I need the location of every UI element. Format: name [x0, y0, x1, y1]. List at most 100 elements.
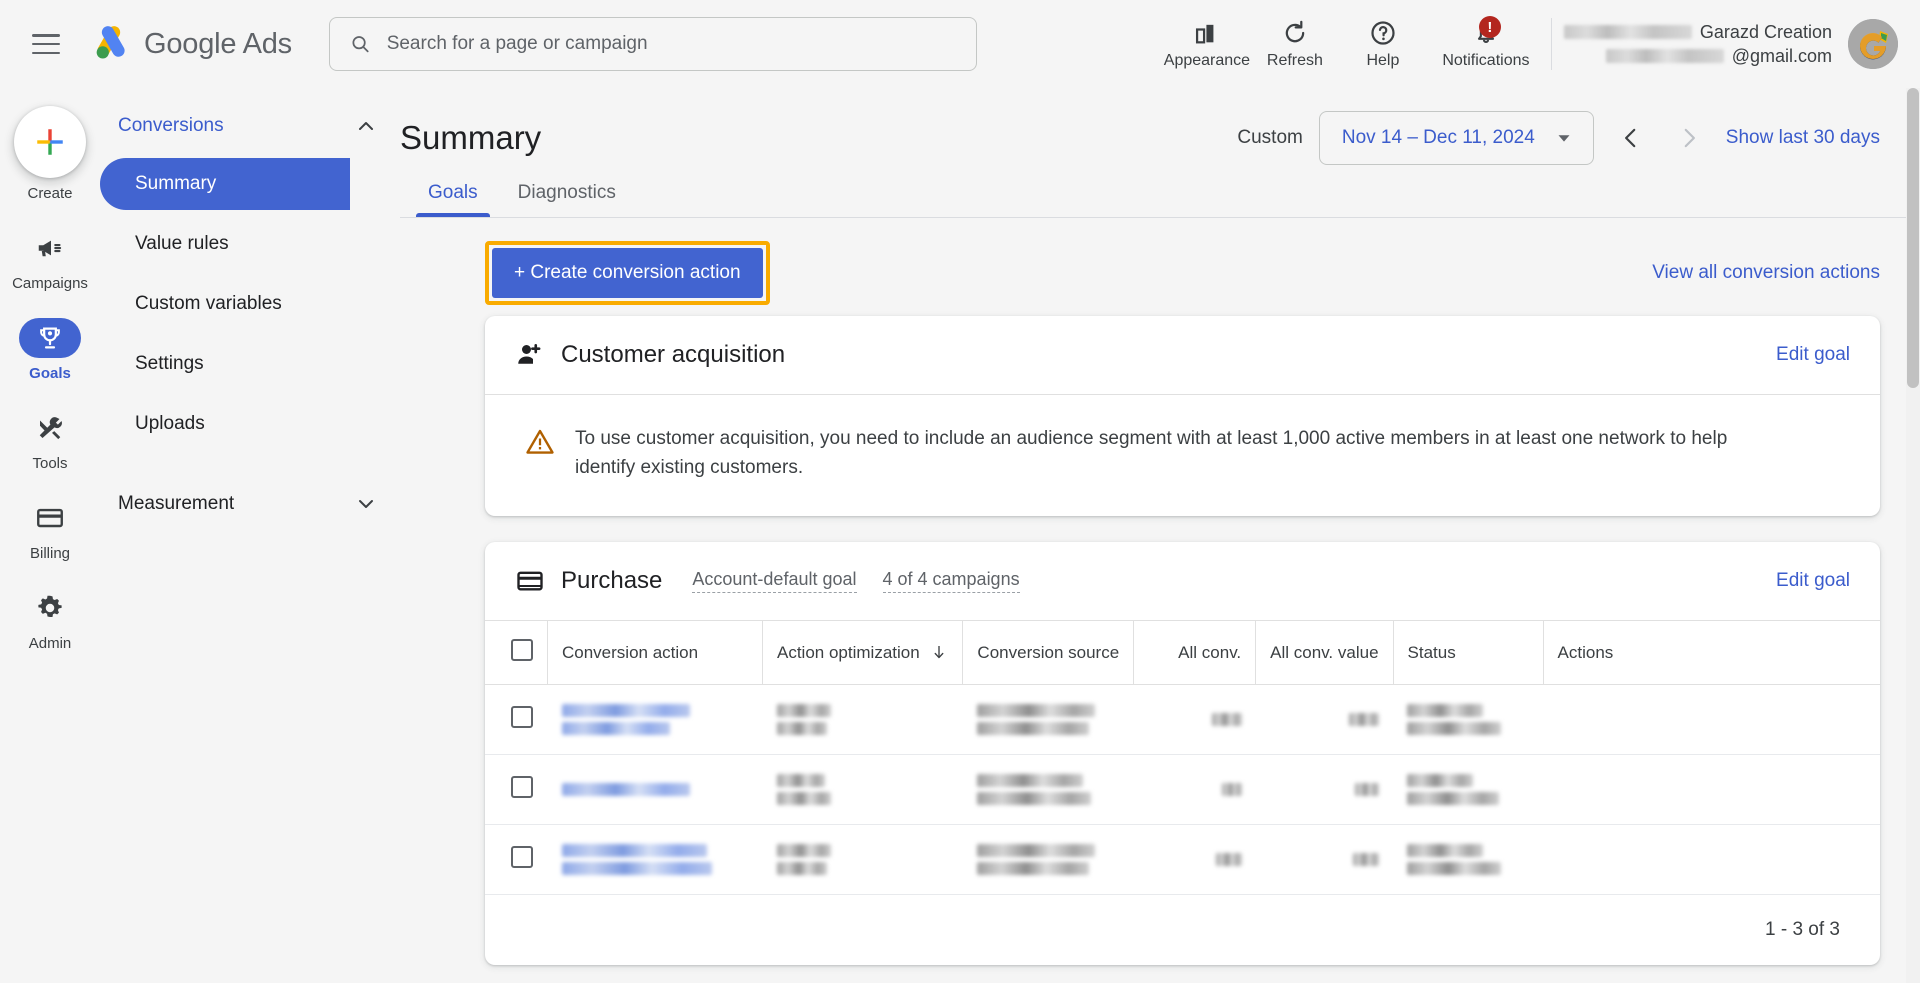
rail-label-billing: Billing: [29, 545, 71, 562]
view-all-conversion-actions-link[interactable]: View all conversion actions: [1652, 262, 1880, 284]
select-all-checkbox[interactable]: [511, 639, 533, 661]
create-conversion-action-button[interactable]: + Create conversion action: [492, 248, 763, 298]
header-divider: [1550, 18, 1552, 70]
hamburger-icon[interactable]: [32, 34, 60, 54]
sidebar-label-measurement: Measurement: [118, 493, 235, 514]
account-email-suffix: @gmail.com: [1731, 46, 1832, 66]
redacted-text: [776, 722, 827, 735]
rail-label-tools: Tools: [32, 455, 68, 472]
cell-conversion-action[interactable]: [547, 824, 763, 895]
column-all-conv-label: All conv.: [1178, 642, 1242, 662]
rail-item-admin[interactable]: Admin: [19, 588, 81, 652]
edit-goal-purchase[interactable]: Edit goal: [1776, 570, 1850, 592]
date-range-picker[interactable]: Nov 14 – Dec 11, 2024: [1318, 111, 1594, 165]
show-last-30-days-link[interactable]: Show last 30 days: [1726, 127, 1880, 149]
page-scrollbar-thumb[interactable]: [1907, 88, 1919, 388]
redacted-text: [1211, 713, 1242, 726]
sidebar-item-custom-variables[interactable]: Custom variables: [100, 278, 350, 330]
table-header: Conversion action Action optimization Co…: [485, 620, 1880, 685]
google-ads-brand[interactable]: Google Ads: [90, 23, 292, 65]
tab-diagnostics[interactable]: Diagnostics: [498, 182, 636, 217]
column-conversion-source[interactable]: Conversion source: [962, 620, 1135, 685]
column-conversion-action-label: Conversion action: [562, 642, 699, 662]
sidebar-group-measurement[interactable]: Measurement: [100, 480, 400, 528]
main-content: Summary Custom Nov 14 – Dec 11, 2024 Sho…: [400, 88, 1920, 983]
tab-bar: Goals Diagnostics: [400, 166, 1920, 218]
table-row[interactable]: [485, 754, 1880, 825]
row-checkbox[interactable]: [511, 846, 533, 868]
table-row[interactable]: [485, 824, 1880, 895]
subnav-section-label: Conversions: [118, 115, 224, 136]
account-info[interactable]: Garazd Creation @gmail.com: [1563, 20, 1832, 69]
chevron-right-icon: [1684, 128, 1695, 148]
subnav-section-conversions[interactable]: Conversions: [100, 102, 400, 150]
column-all-conv-value-label: All conv. value: [1270, 642, 1379, 662]
customer-acquisition-card: Customer acquisition Edit goal To use cu…: [485, 316, 1880, 516]
column-status-label: Status: [1407, 642, 1456, 662]
refresh-button[interactable]: Refresh: [1251, 4, 1339, 84]
table-header-row: Conversion action Action optimization Co…: [485, 620, 1880, 685]
column-status[interactable]: Status: [1393, 620, 1544, 685]
warning-triangle-icon: [526, 429, 554, 454]
conversion-actions-table: Conversion action Action optimization Co…: [485, 620, 1880, 895]
cell-actions[interactable]: [1543, 824, 1880, 895]
search-box[interactable]: [328, 17, 977, 71]
avatar[interactable]: [1848, 19, 1898, 69]
appearance-label: Appearance: [1163, 51, 1251, 69]
refresh-label: Refresh: [1266, 51, 1323, 69]
redacted-text: [776, 792, 831, 805]
date-next-button[interactable]: [1668, 117, 1710, 159]
rail-item-campaigns[interactable]: Campaigns: [12, 228, 88, 292]
account-name: Garazd Creation: [1699, 21, 1832, 42]
cell-all-conv: [1133, 824, 1256, 895]
rail-item-goals[interactable]: Goals: [19, 318, 81, 382]
date-prev-button[interactable]: [1610, 117, 1652, 159]
sidebar-item-settings[interactable]: Settings: [100, 338, 350, 390]
page-scrollbar-track[interactable]: [1906, 88, 1920, 983]
cell-action-optimization: [762, 754, 963, 825]
redacted-text: [1407, 792, 1500, 805]
column-all-conv-value[interactable]: All conv. value: [1255, 620, 1394, 685]
column-all-conv[interactable]: All conv.: [1133, 620, 1257, 685]
redacted-text: [1407, 774, 1474, 787]
redacted-text: [976, 792, 1091, 805]
create-button[interactable]: Create: [14, 106, 86, 202]
megaphone-icon: [38, 240, 62, 257]
notifications-button[interactable]: ! Notifications: [1427, 4, 1545, 84]
sidebar-item-value-rules[interactable]: Value rules: [100, 218, 350, 270]
left-rail: Create Campaigns Goals Tools Billing Adm…: [0, 88, 100, 983]
cell-actions[interactable]: [1543, 684, 1880, 755]
rail-item-billing[interactable]: Billing: [19, 498, 81, 562]
row-checkbox[interactable]: [511, 776, 533, 798]
cell-actions[interactable]: [1543, 754, 1880, 825]
appearance-icon: [1195, 24, 1214, 43]
table-row[interactable]: [485, 684, 1880, 755]
column-conversion-action[interactable]: Conversion action: [547, 620, 763, 685]
card-icon: [517, 571, 543, 591]
create-button-circle[interactable]: [14, 106, 86, 178]
campaigns-count-link[interactable]: 4 of 4 campaigns: [882, 569, 1020, 593]
redacted-text: [976, 844, 1095, 857]
cell-conversion-action[interactable]: [547, 684, 763, 755]
customer-acquisition-title: Customer acquisition: [561, 341, 786, 368]
tab-goals[interactable]: Goals: [408, 182, 498, 217]
row-checkbox[interactable]: [511, 706, 533, 728]
notifications-label: Notifications: [1442, 51, 1530, 69]
plus-icon: [37, 129, 63, 155]
redacted-text: [1355, 783, 1380, 796]
date-range-value: Nov 14 – Dec 11, 2024: [1341, 127, 1535, 148]
cell-conversion-action[interactable]: [547, 754, 763, 825]
cell-action-optimization: [762, 824, 963, 895]
edit-goal-customer-acquisition[interactable]: Edit goal: [1776, 344, 1850, 366]
top-bar: Google Ads Appearance Refresh: [0, 0, 1920, 88]
column-action-optimization[interactable]: Action optimization: [762, 620, 964, 685]
create-conversion-action-highlight: + Create conversion action: [485, 241, 770, 305]
sidebar-item-uploads[interactable]: Uploads: [100, 398, 350, 450]
redacted-text: [1407, 704, 1484, 717]
rail-item-tools[interactable]: Tools: [19, 408, 81, 472]
help-button[interactable]: Help: [1339, 4, 1427, 84]
appearance-button[interactable]: Appearance: [1163, 4, 1251, 84]
search-input[interactable]: [384, 32, 956, 56]
account-default-goal-link[interactable]: Account-default goal: [692, 569, 857, 593]
sidebar-item-summary[interactable]: Summary: [100, 158, 350, 210]
